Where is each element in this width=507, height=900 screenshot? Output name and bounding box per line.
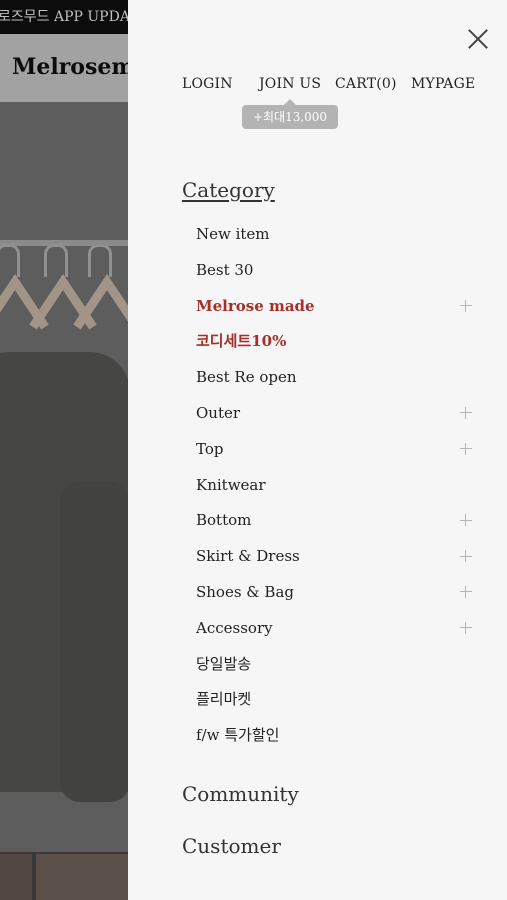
- expand-plus-icon[interactable]: [460, 299, 472, 312]
- login-link[interactable]: LOGIN: [182, 76, 233, 92]
- account-links: LOGIN JOIN US CART(0) MYPAGE: [182, 76, 482, 98]
- category-item-label[interactable]: 코디세트10%: [196, 332, 286, 350]
- join-reward-badge: +최대13,000: [242, 99, 338, 129]
- expand-plus-icon[interactable]: [460, 550, 472, 563]
- category-item[interactable]: f/w 특가할인: [196, 723, 476, 759]
- category-title[interactable]: Category: [182, 178, 275, 202]
- category-item[interactable]: Outer: [196, 401, 476, 437]
- category-item[interactable]: Bottom: [196, 508, 476, 544]
- category-item[interactable]: Best Re open: [196, 365, 476, 401]
- category-item-label[interactable]: New item: [196, 225, 270, 243]
- category-item-label[interactable]: Skirt & Dress: [196, 547, 300, 565]
- expand-plus-icon[interactable]: [460, 621, 472, 634]
- category-item[interactable]: Melrose made: [196, 294, 476, 330]
- customer-title[interactable]: Customer: [182, 834, 281, 858]
- cart-link[interactable]: CART(0): [335, 76, 397, 92]
- expand-plus-icon[interactable]: [460, 514, 472, 527]
- category-item-label[interactable]: 당일발송: [196, 655, 251, 673]
- category-item-label[interactable]: Best 30: [196, 261, 253, 279]
- category-item-label[interactable]: Bottom: [196, 511, 251, 529]
- mypage-link[interactable]: MYPAGE: [411, 76, 475, 92]
- category-item[interactable]: 당일발송: [196, 652, 476, 688]
- category-item[interactable]: Best 30: [196, 258, 476, 294]
- expand-plus-icon[interactable]: [460, 406, 472, 419]
- background-page: 로즈무드 APP UPDA Melrosem: [0, 0, 128, 900]
- category-list: New item Best 30 Melrose made 코디세트10% Best R…: [196, 222, 476, 759]
- side-menu-drawer: LOGIN JOIN US CART(0) MYPAGE +최대13,000 C…: [128, 0, 507, 900]
- category-item-label[interactable]: Melrose made: [196, 297, 315, 315]
- expand-plus-icon[interactable]: [460, 585, 472, 598]
- category-item[interactable]: Accessory: [196, 616, 476, 652]
- category-item-label[interactable]: Top: [196, 440, 223, 458]
- category-item-label[interactable]: Knitwear: [196, 476, 266, 494]
- category-item[interactable]: Knitwear: [196, 473, 476, 509]
- category-item[interactable]: Skirt & Dress: [196, 544, 476, 580]
- category-item[interactable]: Shoes & Bag: [196, 580, 476, 616]
- category-item-label[interactable]: f/w 특가할인: [196, 726, 279, 744]
- category-item[interactable]: Top: [196, 437, 476, 473]
- category-item-label[interactable]: Best Re open: [196, 368, 297, 386]
- category-item-label[interactable]: Shoes & Bag: [196, 583, 294, 601]
- category-item[interactable]: 플리마켓: [196, 687, 476, 723]
- community-title[interactable]: Community: [182, 782, 299, 806]
- category-item-label[interactable]: Outer: [196, 404, 240, 422]
- close-icon[interactable]: [467, 28, 489, 50]
- dim-overlay[interactable]: [0, 0, 128, 900]
- category-item[interactable]: 코디세트10%: [196, 329, 476, 365]
- expand-plus-icon[interactable]: [460, 442, 472, 455]
- category-item[interactable]: New item: [196, 222, 476, 258]
- category-item-label[interactable]: 플리마켓: [196, 690, 251, 708]
- category-item-label[interactable]: Accessory: [196, 619, 273, 637]
- join-link[interactable]: JOIN US: [259, 76, 321, 92]
